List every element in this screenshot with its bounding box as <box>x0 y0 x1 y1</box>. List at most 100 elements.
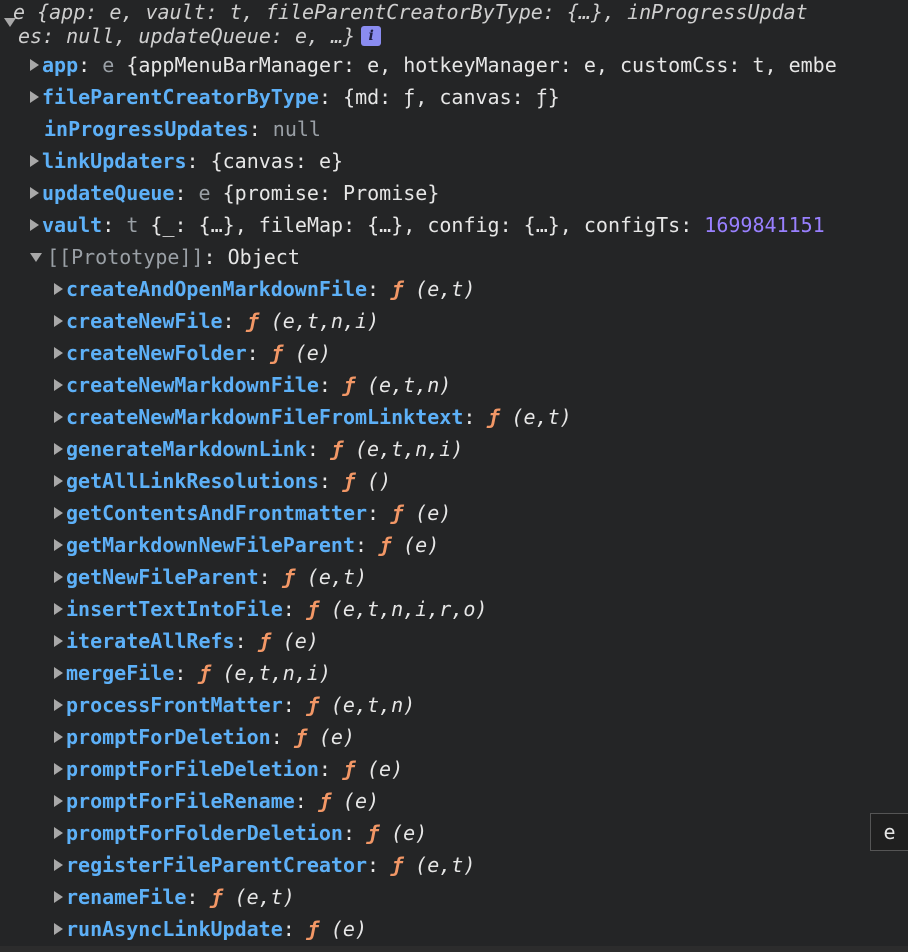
method-row[interactable]: createNewMarkdownFileFromLinktext: ƒ (e,t… <box>54 401 572 433</box>
method-separator: : <box>222 309 247 333</box>
expand-triangle-icon[interactable] <box>54 443 63 455</box>
method-separator: : <box>246 341 271 365</box>
method-name: mergeFile <box>66 661 175 685</box>
method-name: generateMarkdownLink <box>66 437 307 461</box>
hover-tooltip: e <box>870 813 908 851</box>
expand-triangle-icon[interactable] <box>54 891 63 903</box>
expand-triangle-icon[interactable] <box>54 411 63 423</box>
expand-triangle-icon[interactable] <box>54 667 63 679</box>
method-row[interactable]: promptForFileRename: ƒ (e) <box>54 785 379 817</box>
method-args: (e) <box>367 757 404 781</box>
expand-triangle-icon[interactable] <box>54 475 63 487</box>
expand-triangle-icon[interactable] <box>54 763 63 775</box>
method-row[interactable]: promptForDeletion: ƒ (e) <box>54 721 355 753</box>
property-class-name: e <box>102 53 127 77</box>
prototype-sep: : <box>203 245 228 269</box>
method-name: createNewMarkdownFile <box>66 373 319 397</box>
method-row[interactable]: processFrontMatter: ƒ (e,t,n) <box>54 689 415 721</box>
method-row[interactable]: promptForFolderDeletion: ƒ (e) <box>54 817 427 849</box>
method-separator: : <box>174 661 199 685</box>
function-icon: ƒ <box>391 501 404 525</box>
expand-triangle-icon[interactable] <box>54 731 63 743</box>
function-icon: ƒ <box>306 693 319 717</box>
method-row[interactable]: createAndOpenMarkdownFile: ƒ (e,t) <box>54 273 475 305</box>
method-separator: : <box>318 373 343 397</box>
method-row[interactable]: iterateAllRefs: ƒ (e) <box>54 625 319 657</box>
method-row[interactable]: getContentsAndFrontmatter: ƒ (e) <box>54 497 451 529</box>
expand-triangle-icon[interactable] <box>30 187 39 199</box>
method-row[interactable]: createNewFile: ƒ (e,t,n,i) <box>54 305 379 337</box>
method-row[interactable]: createNewMarkdownFile: ƒ (e,t,n) <box>54 369 451 401</box>
method-name: iterateAllRefs <box>66 629 235 653</box>
expand-triangle-icon[interactable] <box>54 795 63 807</box>
property-row[interactable]: updateQueue: e {promise: Promise} <box>30 177 439 209</box>
method-separator: : <box>463 405 488 429</box>
method-row[interactable]: registerFileParentCreator: ƒ (e,t) <box>54 849 475 881</box>
expand-triangle-icon[interactable] <box>54 923 63 935</box>
function-icon: ƒ <box>487 405 500 429</box>
expand-triangle-icon[interactable] <box>54 603 63 615</box>
prototype-value: Object <box>227 245 300 269</box>
method-row[interactable]: renameFile: ƒ (e,t) <box>54 881 295 913</box>
info-icon[interactable]: i <box>361 26 382 46</box>
method-row[interactable]: insertTextIntoFile: ƒ (e,t,n,i,r,o) <box>54 593 487 625</box>
function-icon: ƒ <box>306 917 319 941</box>
expand-triangle-icon[interactable] <box>54 827 63 839</box>
prototype-row[interactable]: [[Prototype]]: Object <box>30 241 300 273</box>
expand-triangle-icon[interactable] <box>54 315 63 327</box>
expand-triangle-icon[interactable] <box>30 155 39 167</box>
console-panel: e {app: e, vault: t, fileParentCreatorBy… <box>0 0 908 952</box>
function-icon: ƒ <box>282 565 295 589</box>
method-args: (e,t) <box>511 405 572 429</box>
method-name: getMarkdownNewFileParent <box>66 533 355 557</box>
method-separator: : <box>282 597 307 621</box>
expand-triangle-icon[interactable] <box>54 859 63 871</box>
property-key: inProgressUpdates <box>44 117 249 141</box>
property-row[interactable]: fileParentCreatorByType: {md: ƒ, canvas:… <box>30 81 560 113</box>
prototype-label: [[Prototype]] <box>47 245 204 269</box>
expand-triangle-icon[interactable] <box>54 347 63 359</box>
method-row[interactable]: getAllLinkResolutions: ƒ () <box>54 465 391 497</box>
property-row[interactable]: app: e {appMenuBarManager: e, hotkeyMana… <box>30 49 837 81</box>
expand-triangle-icon[interactable] <box>54 507 63 519</box>
method-row[interactable]: mergeFile: ƒ (e,t,n,i) <box>54 657 331 689</box>
expand-triangle-icon[interactable] <box>54 635 63 647</box>
method-name: getContentsAndFrontmatter <box>66 501 368 525</box>
object-summary-line2: es: null, updateQueue: e, …} <box>18 24 356 48</box>
scrollbar-track[interactable] <box>0 946 908 952</box>
method-row[interactable]: createNewFolder: ƒ (e) <box>54 337 331 369</box>
expand-triangle-icon[interactable] <box>54 571 63 583</box>
method-separator: : <box>234 629 259 653</box>
expand-triangle-icon[interactable] <box>54 699 63 711</box>
method-row[interactable]: promptForFileDeletion: ƒ (e) <box>54 753 403 785</box>
method-row[interactable]: runAsyncLinkUpdate: ƒ (e) <box>54 913 367 945</box>
expand-triangle-icon[interactable] <box>54 379 63 391</box>
property-row[interactable]: vault: t {_: {…}, fileMap: {…}, config: … <box>30 209 825 241</box>
method-separator: : <box>342 821 368 845</box>
expand-triangle-icon[interactable] <box>30 91 39 103</box>
property-separator: : <box>174 181 199 205</box>
function-icon: ƒ <box>210 885 223 909</box>
expand-triangle-icon[interactable] <box>30 219 39 231</box>
method-args: (e,t) <box>234 885 295 909</box>
expand-triangle-icon[interactable] <box>54 539 63 551</box>
property-separator: : <box>186 149 211 173</box>
property-key: linkUpdaters <box>42 149 187 173</box>
method-args: (e,t,n,i) <box>354 437 464 461</box>
method-row[interactable]: getMarkdownNewFileParent: ƒ (e) <box>54 529 439 561</box>
property-value: null <box>272 117 321 141</box>
collapse-triangle-icon[interactable] <box>30 252 42 262</box>
method-separator: : <box>282 917 307 941</box>
method-separator: : <box>318 757 343 781</box>
expand-triangle-icon[interactable] <box>54 283 63 295</box>
method-row[interactable]: getNewFileParent: ƒ (e,t) <box>54 561 367 593</box>
function-icon: ƒ <box>391 853 404 877</box>
property-number: 1699841151 <box>704 213 825 237</box>
property-row[interactable]: inProgressUpdates: null <box>44 113 321 145</box>
method-separator: : <box>282 693 307 717</box>
method-row[interactable]: generateMarkdownLink: ƒ (e,t,n,i) <box>54 433 463 465</box>
expand-triangle-icon[interactable] <box>30 59 39 71</box>
method-name: createAndOpenMarkdownFile <box>66 277 368 301</box>
property-row[interactable]: linkUpdaters: {canvas: e} <box>30 145 343 177</box>
property-value: {canvas: e} <box>210 149 344 173</box>
